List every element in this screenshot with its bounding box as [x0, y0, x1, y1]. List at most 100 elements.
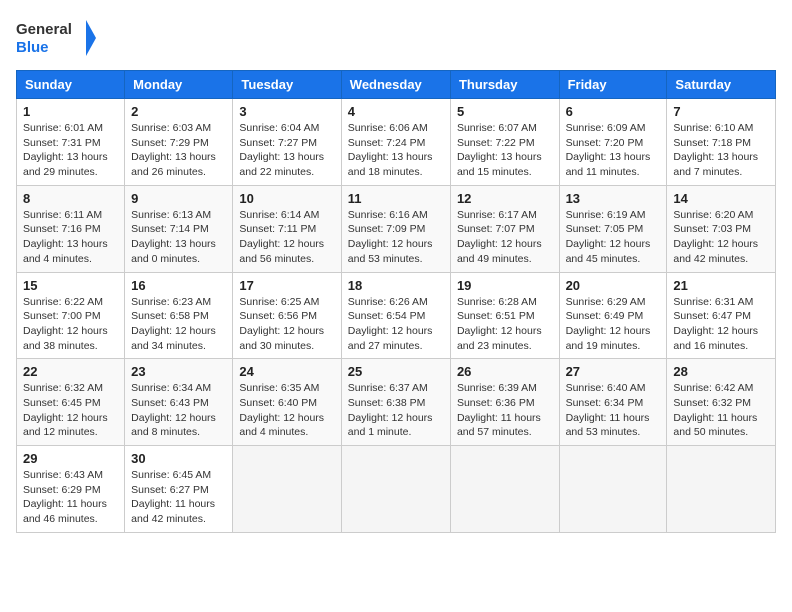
- calendar-cell: 16 Sunrise: 6:23 AMSunset: 6:58 PMDayligh…: [125, 272, 233, 359]
- day-info: Sunrise: 6:22 AMSunset: 7:00 PMDaylight:…: [23, 295, 118, 354]
- col-header-monday: Monday: [125, 71, 233, 99]
- calendar-cell: 21 Sunrise: 6:31 AMSunset: 6:47 PMDayligh…: [667, 272, 776, 359]
- day-number: 2: [131, 104, 226, 119]
- day-number: 28: [673, 364, 769, 379]
- calendar-cell: [667, 446, 776, 533]
- day-info: Sunrise: 6:11 AMSunset: 7:16 PMDaylight:…: [23, 208, 118, 267]
- day-number: 20: [566, 278, 661, 293]
- day-number: 26: [457, 364, 553, 379]
- day-number: 4: [348, 104, 444, 119]
- day-number: 7: [673, 104, 769, 119]
- day-info: Sunrise: 6:32 AMSunset: 6:45 PMDaylight:…: [23, 381, 118, 440]
- col-header-saturday: Saturday: [667, 71, 776, 99]
- day-number: 6: [566, 104, 661, 119]
- calendar-cell: 10 Sunrise: 6:14 AMSunset: 7:11 PMDayligh…: [233, 185, 341, 272]
- svg-text:General: General: [16, 21, 72, 38]
- day-number: 21: [673, 278, 769, 293]
- day-number: 17: [239, 278, 334, 293]
- day-info: Sunrise: 6:10 AMSunset: 7:18 PMDaylight:…: [673, 121, 769, 180]
- calendar-cell: 14 Sunrise: 6:20 AMSunset: 7:03 PMDayligh…: [667, 185, 776, 272]
- day-info: Sunrise: 6:07 AMSunset: 7:22 PMDaylight:…: [457, 121, 553, 180]
- day-number: 11: [348, 191, 444, 206]
- calendar-cell: 7 Sunrise: 6:10 AMSunset: 7:18 PMDaylight…: [667, 99, 776, 186]
- day-number: 15: [23, 278, 118, 293]
- day-info: Sunrise: 6:39 AMSunset: 6:36 PMDaylight:…: [457, 381, 553, 440]
- calendar-body: 1 Sunrise: 6:01 AMSunset: 7:31 PMDaylight…: [17, 99, 776, 533]
- day-number: 18: [348, 278, 444, 293]
- day-info: Sunrise: 6:17 AMSunset: 7:07 PMDaylight:…: [457, 208, 553, 267]
- calendar-cell: 25 Sunrise: 6:37 AMSunset: 6:38 PMDayligh…: [341, 359, 450, 446]
- day-number: 13: [566, 191, 661, 206]
- day-number: 25: [348, 364, 444, 379]
- day-number: 9: [131, 191, 226, 206]
- calendar-cell: 26 Sunrise: 6:39 AMSunset: 6:36 PMDayligh…: [450, 359, 559, 446]
- calendar-cell: 11 Sunrise: 6:16 AMSunset: 7:09 PMDayligh…: [341, 185, 450, 272]
- calendar-week-2: 8 Sunrise: 6:11 AMSunset: 7:16 PMDaylight…: [17, 185, 776, 272]
- day-info: Sunrise: 6:37 AMSunset: 6:38 PMDaylight:…: [348, 381, 444, 440]
- day-info: Sunrise: 6:40 AMSunset: 6:34 PMDaylight:…: [566, 381, 661, 440]
- day-info: Sunrise: 6:01 AMSunset: 7:31 PMDaylight:…: [23, 121, 118, 180]
- col-header-sunday: Sunday: [17, 71, 125, 99]
- calendar-cell: [233, 446, 341, 533]
- day-number: 24: [239, 364, 334, 379]
- page-header: General Blue: [16, 16, 776, 60]
- calendar-cell: 15 Sunrise: 6:22 AMSunset: 7:00 PMDayligh…: [17, 272, 125, 359]
- calendar-cell: 8 Sunrise: 6:11 AMSunset: 7:16 PMDaylight…: [17, 185, 125, 272]
- calendar-cell: 22 Sunrise: 6:32 AMSunset: 6:45 PMDayligh…: [17, 359, 125, 446]
- calendar-cell: 18 Sunrise: 6:26 AMSunset: 6:54 PMDayligh…: [341, 272, 450, 359]
- day-info: Sunrise: 6:23 AMSunset: 6:58 PMDaylight:…: [131, 295, 226, 354]
- svg-text:Blue: Blue: [16, 39, 49, 56]
- calendar-cell: 19 Sunrise: 6:28 AMSunset: 6:51 PMDayligh…: [450, 272, 559, 359]
- day-info: Sunrise: 6:03 AMSunset: 7:29 PMDaylight:…: [131, 121, 226, 180]
- calendar-cell: 23Sunrise: 6:34 AMSunset: 6:43 PMDayligh…: [125, 359, 233, 446]
- calendar-cell: 6Sunrise: 6:09 AMSunset: 7:20 PMDaylight…: [559, 99, 667, 186]
- day-info: Sunrise: 6:25 AMSunset: 6:56 PMDaylight:…: [239, 295, 334, 354]
- col-header-tuesday: Tuesday: [233, 71, 341, 99]
- calendar-cell: 4 Sunrise: 6:06 AMSunset: 7:24 PMDaylight…: [341, 99, 450, 186]
- day-info: Sunrise: 6:13 AMSunset: 7:14 PMDaylight:…: [131, 208, 226, 267]
- day-number: 5: [457, 104, 553, 119]
- day-number: 14: [673, 191, 769, 206]
- calendar-week-5: 29Sunrise: 6:43 AMSunset: 6:29 PMDayligh…: [17, 446, 776, 533]
- day-info: Sunrise: 6:16 AMSunset: 7:09 PMDaylight:…: [348, 208, 444, 267]
- day-info: Sunrise: 6:26 AMSunset: 6:54 PMDaylight:…: [348, 295, 444, 354]
- calendar-cell: 29Sunrise: 6:43 AMSunset: 6:29 PMDayligh…: [17, 446, 125, 533]
- day-info: Sunrise: 6:19 AMSunset: 7:05 PMDaylight:…: [566, 208, 661, 267]
- day-info: Sunrise: 6:06 AMSunset: 7:24 PMDaylight:…: [348, 121, 444, 180]
- calendar-header-row: SundayMondayTuesdayWednesdayThursdayFrid…: [17, 71, 776, 99]
- day-number: 19: [457, 278, 553, 293]
- calendar-cell: 28Sunrise: 6:42 AMSunset: 6:32 PMDayligh…: [667, 359, 776, 446]
- calendar-table: SundayMondayTuesdayWednesdayThursdayFrid…: [16, 70, 776, 533]
- day-number: 10: [239, 191, 334, 206]
- calendar-cell: 24Sunrise: 6:35 AMSunset: 6:40 PMDayligh…: [233, 359, 341, 446]
- day-number: 29: [23, 451, 118, 466]
- calendar-cell: 12 Sunrise: 6:17 AMSunset: 7:07 PMDayligh…: [450, 185, 559, 272]
- calendar-week-1: 1 Sunrise: 6:01 AMSunset: 7:31 PMDaylight…: [17, 99, 776, 186]
- logo-svg: General Blue: [16, 16, 96, 60]
- day-number: 1: [23, 104, 118, 119]
- calendar-week-4: 22 Sunrise: 6:32 AMSunset: 6:45 PMDayligh…: [17, 359, 776, 446]
- day-info: Sunrise: 6:45 AMSunset: 6:27 PMDaylight:…: [131, 468, 226, 527]
- day-info: Sunrise: 6:14 AMSunset: 7:11 PMDaylight:…: [239, 208, 334, 267]
- day-info: Sunrise: 6:28 AMSunset: 6:51 PMDaylight:…: [457, 295, 553, 354]
- calendar-cell: 30Sunrise: 6:45 AMSunset: 6:27 PMDayligh…: [125, 446, 233, 533]
- calendar-cell: 17 Sunrise: 6:25 AMSunset: 6:56 PMDayligh…: [233, 272, 341, 359]
- day-number: 3: [239, 104, 334, 119]
- calendar-cell: 13 Sunrise: 6:19 AMSunset: 7:05 PMDayligh…: [559, 185, 667, 272]
- calendar-cell: 27 Sunrise: 6:40 AMSunset: 6:34 PMDayligh…: [559, 359, 667, 446]
- day-number: 12: [457, 191, 553, 206]
- day-number: 23: [131, 364, 226, 379]
- day-number: 22: [23, 364, 118, 379]
- day-number: 27: [566, 364, 661, 379]
- calendar-cell: 3Sunrise: 6:04 AMSunset: 7:27 PMDaylight…: [233, 99, 341, 186]
- calendar-cell: [450, 446, 559, 533]
- calendar-cell: [559, 446, 667, 533]
- day-number: 16: [131, 278, 226, 293]
- day-info: Sunrise: 6:20 AMSunset: 7:03 PMDaylight:…: [673, 208, 769, 267]
- calendar-cell: 5 Sunrise: 6:07 AMSunset: 7:22 PMDaylight…: [450, 99, 559, 186]
- calendar-week-3: 15 Sunrise: 6:22 AMSunset: 7:00 PMDayligh…: [17, 272, 776, 359]
- day-number: 8: [23, 191, 118, 206]
- day-info: Sunrise: 6:31 AMSunset: 6:47 PMDaylight:…: [673, 295, 769, 354]
- calendar-cell: [341, 446, 450, 533]
- calendar-cell: 1 Sunrise: 6:01 AMSunset: 7:31 PMDaylight…: [17, 99, 125, 186]
